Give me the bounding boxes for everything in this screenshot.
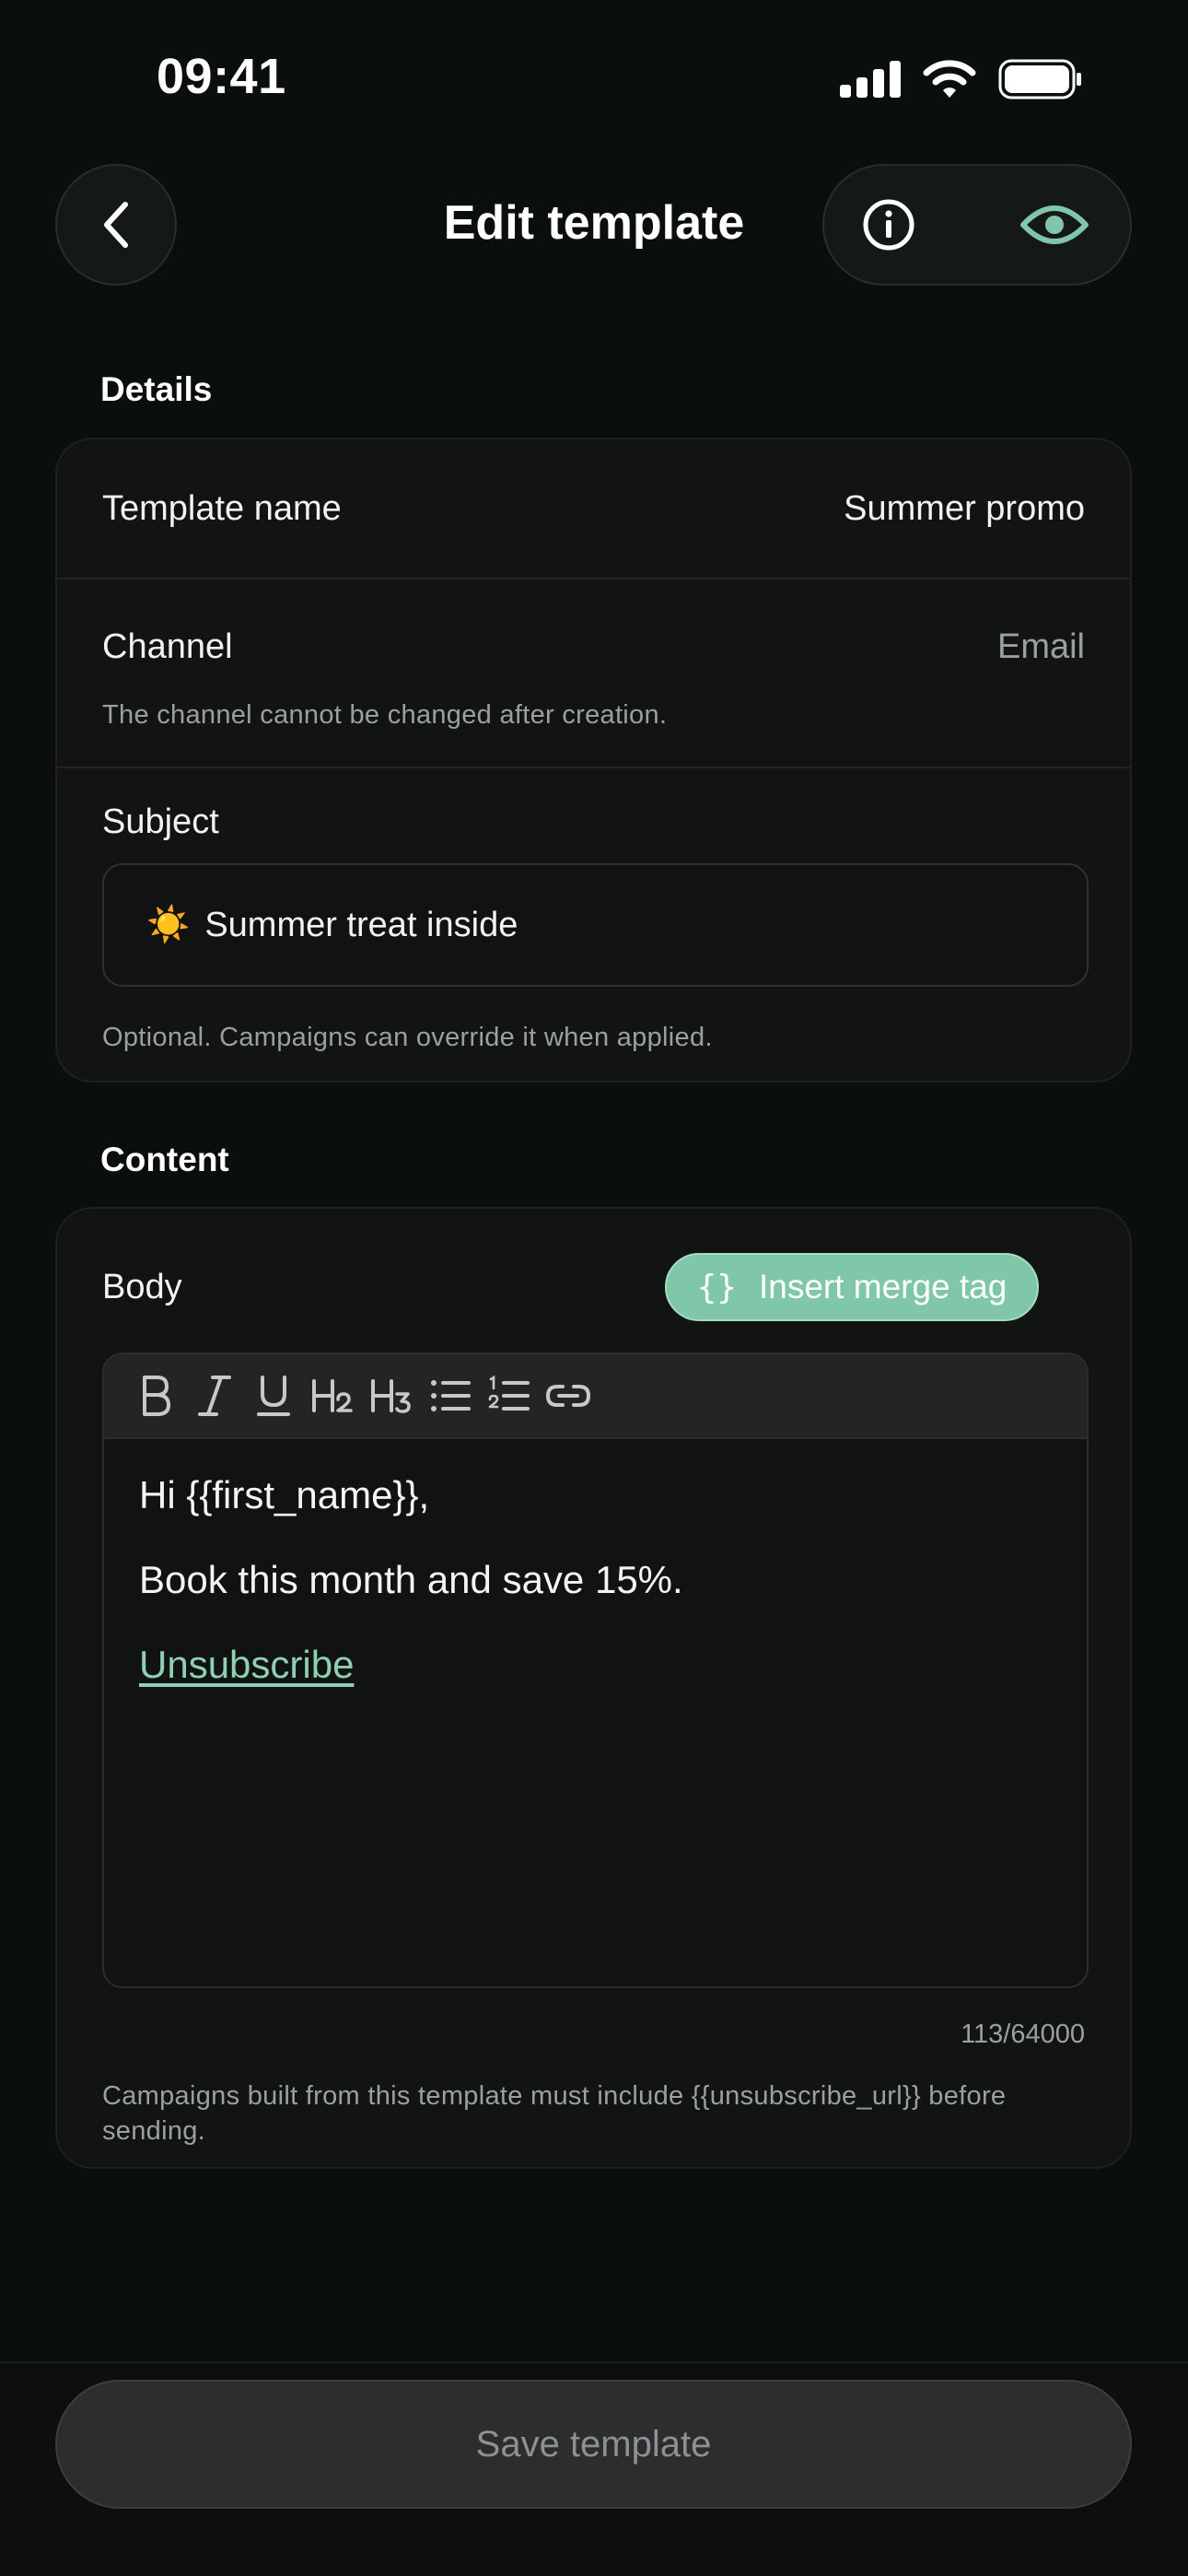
underline-button[interactable]	[250, 1368, 297, 1423]
subject-value: Summer treat inside	[204, 905, 518, 944]
header-actions	[822, 164, 1132, 286]
character-counter: 113/64000	[961, 2020, 1085, 2049]
status-time: 09:41	[157, 49, 286, 104]
template-name-label: Template name	[102, 489, 342, 528]
bullet-list-button[interactable]	[426, 1368, 474, 1423]
status-icons	[840, 59, 1083, 100]
link-button[interactable]	[544, 1368, 592, 1423]
heading2-button[interactable]	[309, 1368, 356, 1423]
info-icon	[863, 199, 914, 251]
bold-button[interactable]	[132, 1368, 180, 1423]
channel-hint: The channel cannot be changed after crea…	[102, 700, 668, 730]
underline-icon	[257, 1376, 290, 1416]
channel-value: Email	[996, 627, 1085, 666]
divider	[57, 767, 1130, 768]
preview-button[interactable]	[1019, 201, 1089, 249]
template-name-row[interactable]: Template name Summer promo	[57, 439, 1130, 578]
cellular-signal-icon	[840, 61, 901, 98]
braces-icon: {}	[696, 1268, 737, 1306]
subject-input[interactable]: ☀️ Summer treat inside	[102, 863, 1089, 987]
editor-body[interactable]: Hi {{first_name}}, Book this month and s…	[104, 1439, 1087, 1760]
bold-icon	[143, 1376, 170, 1416]
italic-icon	[198, 1376, 231, 1416]
bottom-bar: Save template	[0, 2361, 1188, 2576]
link-icon	[545, 1385, 591, 1407]
italic-button[interactable]	[191, 1368, 239, 1423]
details-section-label: Details	[100, 370, 213, 408]
numbered-list-icon	[488, 1375, 530, 1411]
heading3-button[interactable]	[367, 1368, 415, 1423]
battery-icon	[998, 59, 1081, 100]
rich-text-editor: Hi {{first_name}}, Book this month and s…	[102, 1352, 1089, 1988]
insert-merge-tag-label: Insert merge tag	[758, 1268, 1007, 1306]
insert-merge-tag-button[interactable]: {} Insert merge tag	[665, 1253, 1039, 1321]
content-footer-hint: Campaigns built from this template must …	[102, 2081, 1007, 2146]
body-line: Hi {{first_name}},	[139, 1473, 430, 1516]
wifi-icon	[923, 60, 976, 98]
template-name-value: Summer promo	[844, 489, 1085, 528]
body-line: Book this month and save 15%.	[139, 1558, 683, 1601]
subject-hint: Optional. Campaigns can override it when…	[102, 1023, 713, 1052]
info-button[interactable]	[861, 197, 916, 252]
content-section-label: Content	[100, 1141, 229, 1178]
content-card: Body {} Insert merge tag Hi {{first_name…	[55, 1207, 1132, 2169]
eye-icon	[1020, 205, 1089, 244]
edit-template-screen: 09:41 Edit template Details Template nam…	[0, 0, 1188, 2576]
subject-label: Subject	[102, 802, 219, 841]
sun-emoji-icon: ☀️	[146, 906, 191, 944]
save-template-button[interactable]: Save template	[55, 2380, 1132, 2509]
numbered-list-button[interactable]	[485, 1368, 533, 1423]
channel-row: Channel Email The channel cannot be chan…	[57, 580, 1130, 744]
heading3-icon	[371, 1379, 411, 1413]
channel-label: Channel	[102, 627, 233, 666]
details-card: Template name Summer promo Channel Email…	[55, 438, 1132, 1083]
unsubscribe-link[interactable]: Unsubscribe	[139, 1643, 354, 1686]
body-label: Body	[102, 1268, 182, 1306]
heading2-icon	[312, 1379, 353, 1412]
editor-toolbar	[104, 1354, 1087, 1439]
bullet-list-icon	[431, 1380, 471, 1411]
